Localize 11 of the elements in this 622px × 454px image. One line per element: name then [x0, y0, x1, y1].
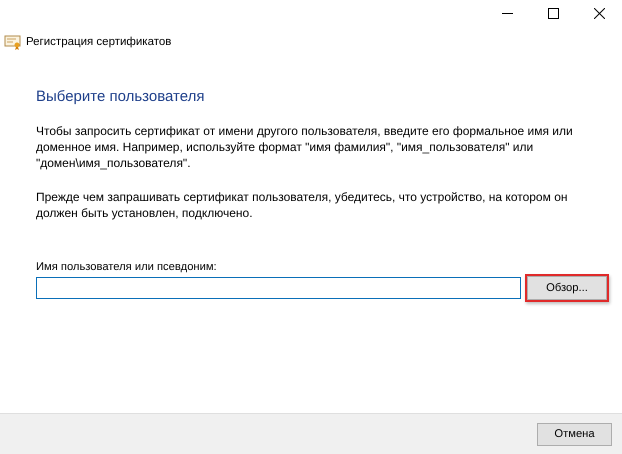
certificate-icon — [4, 34, 22, 50]
cancel-button[interactable]: Отмена — [537, 422, 612, 446]
page-heading: Выберите пользователя — [36, 88, 206, 105]
close-icon — [594, 8, 604, 18]
username-field[interactable] — [36, 277, 521, 299]
maximize-icon — [548, 8, 558, 18]
window-title: Регистрация сертификатов — [26, 36, 172, 48]
browse-button[interactable]: Обзор... — [527, 276, 607, 300]
field-label: Имя пользователя или псевдоним: — [36, 261, 218, 273]
instruction-text: Чтобы запросить сертификат от имени другого пользователя, введите его формальное имя или доменное имя. Например, используйте формат "имя фамилия", "имя_пользователя" или "домен\имя_пользователя". — [36, 123, 574, 171]
instruction-text: Прежде чем запрашивать сертификат пользователя, убедитесь, что устройство, на котором он должен быть установлен, подключено. — [36, 189, 568, 221]
